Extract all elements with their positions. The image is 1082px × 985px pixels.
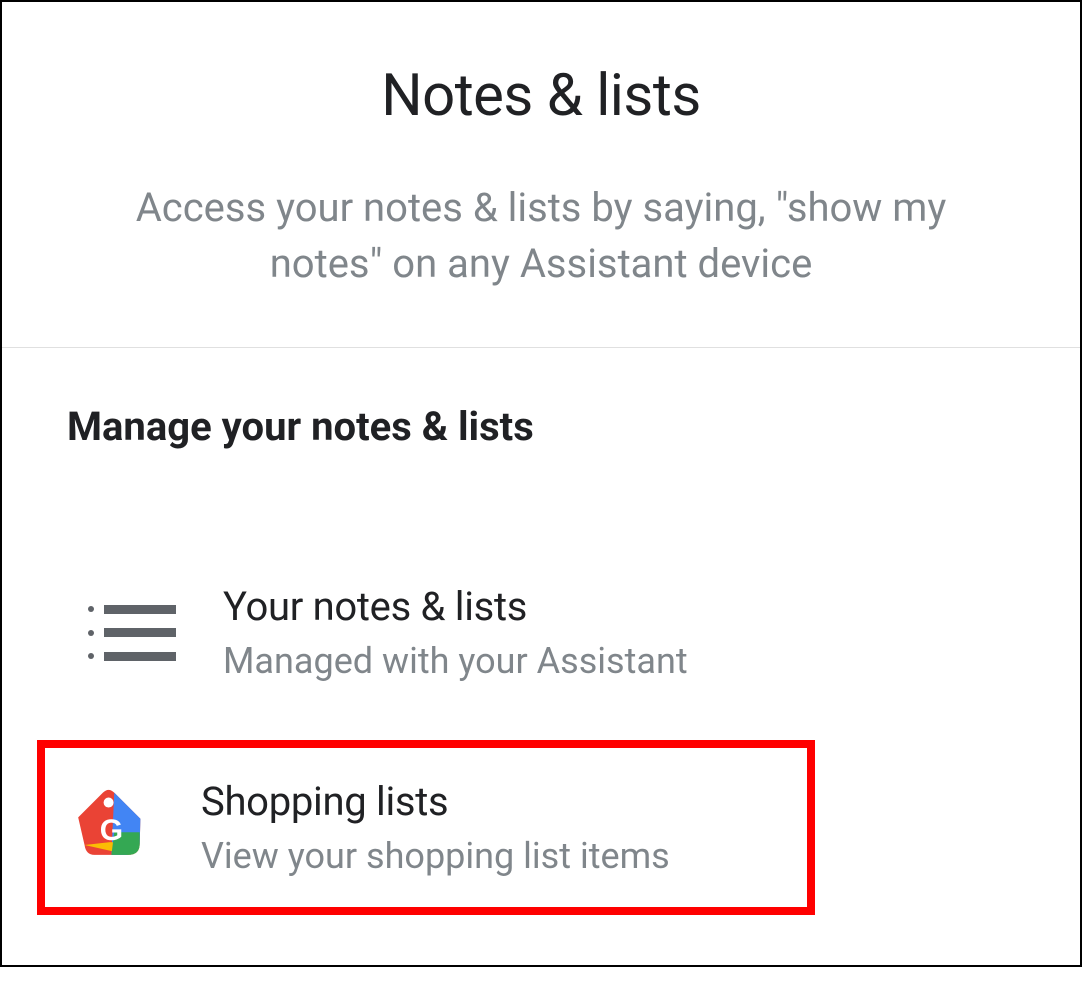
your-notes-lists-item[interactable]: Your notes & lists Managed with your Ass… <box>67 565 1015 700</box>
item-subtitle: Managed with your Assistant <box>223 640 688 682</box>
list-icon <box>77 605 187 661</box>
item-title: Shopping lists <box>201 778 670 825</box>
svg-text:G: G <box>100 814 123 847</box>
shopping-lists-item[interactable]: G Shopping lists View your shopping list… <box>37 740 815 915</box>
item-title: Your notes & lists <box>223 583 688 630</box>
page-title: Notes & lists <box>82 62 1000 130</box>
section-heading: Manage your notes & lists <box>67 403 1015 450</box>
manage-section: Manage your notes & lists Your notes & l… <box>2 348 1080 985</box>
page-header: Notes & lists Access your notes & lists … <box>2 2 1080 348</box>
google-shopping-icon: G <box>55 788 165 868</box>
page-subtitle: Access your notes & lists by saying, "sh… <box>82 180 1000 292</box>
item-subtitle: View your shopping list items <box>201 835 670 877</box>
